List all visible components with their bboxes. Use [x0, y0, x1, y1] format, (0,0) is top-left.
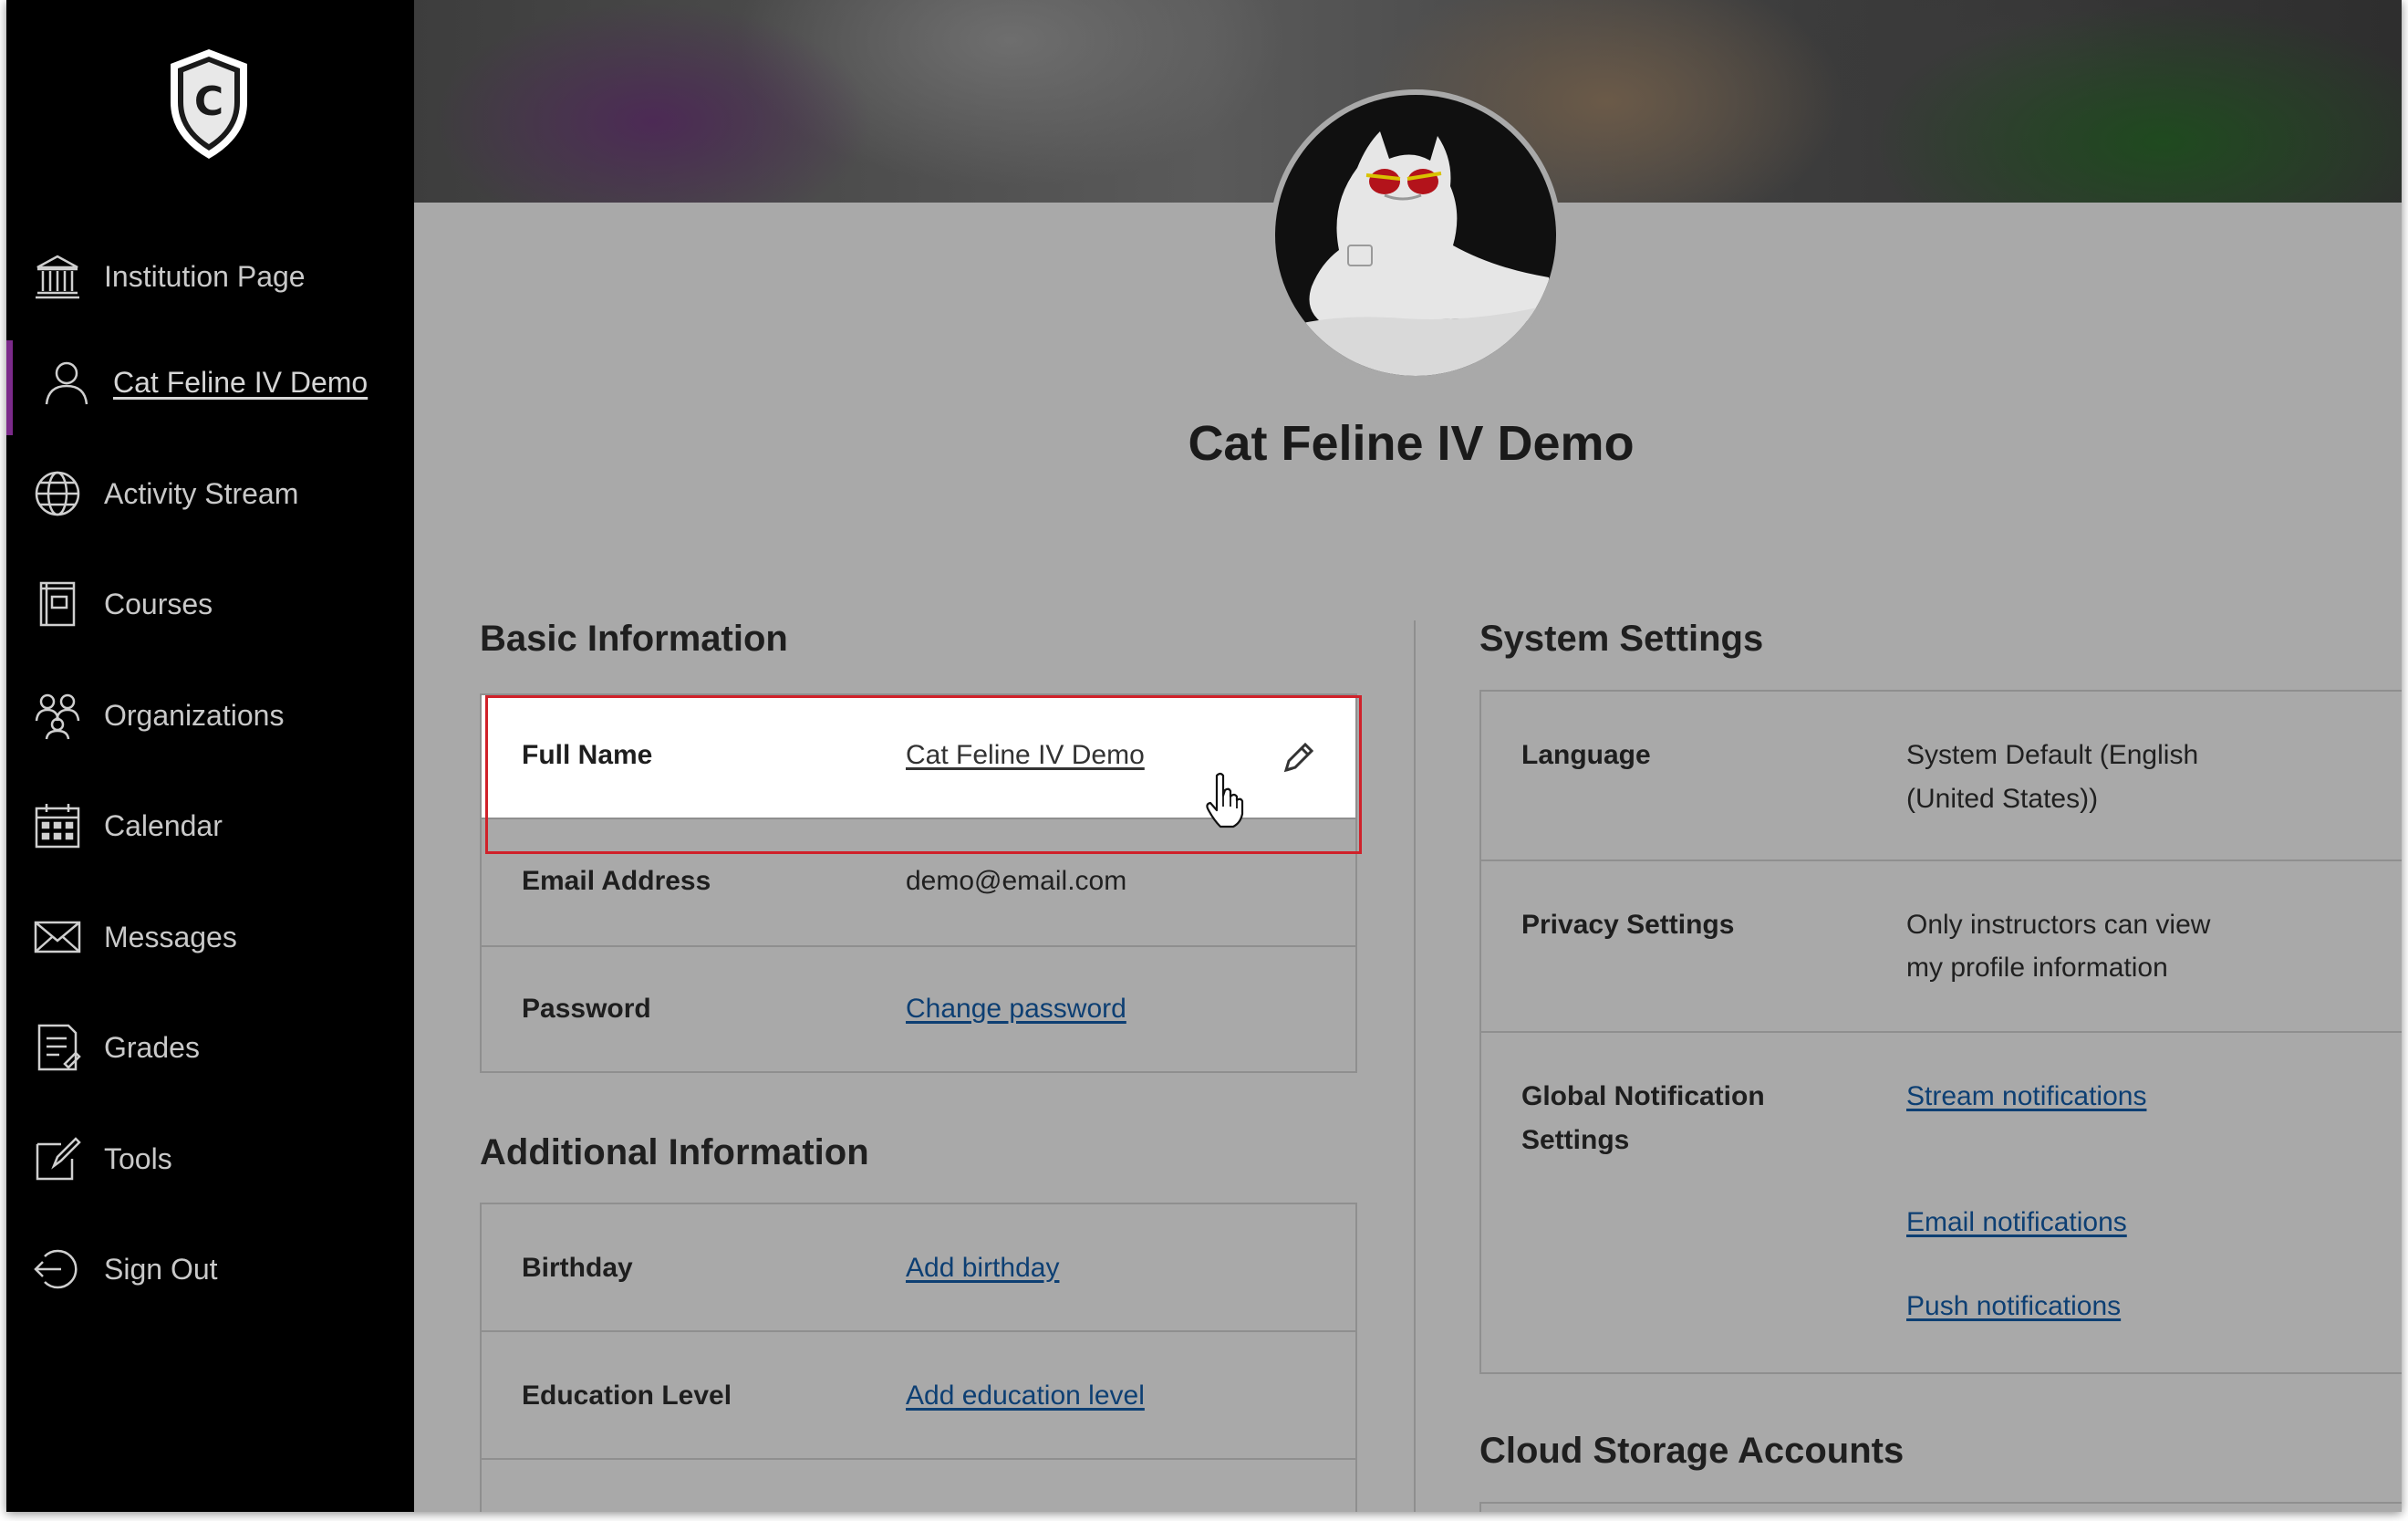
language-value-line2: (United States)) [1906, 784, 2099, 814]
system-settings-title: System Settings [1479, 619, 1764, 659]
sidebar: C Institution Page Cat Feline IV Demo Ac… [6, 0, 414, 1512]
envelope-icon [30, 910, 85, 964]
profile-avatar[interactable] [1270, 89, 1562, 381]
basic-information-panel: Full Name Cat Feline IV Demo Email Addre… [480, 693, 1357, 1073]
email-address-value: demo@email.com [906, 866, 1127, 896]
email-address-row: Email Address demo@email.com [482, 819, 1355, 947]
sidebar-item-messages[interactable]: Messages [6, 899, 414, 975]
sidebar-item-label: Grades [104, 1030, 200, 1064]
logo-letter: C [194, 78, 223, 125]
grades-icon [30, 1020, 85, 1075]
additional-information-panel: Birthday Add birthday Education Level Ad… [480, 1203, 1357, 1512]
globe-icon [30, 466, 85, 521]
additional-information-title: Additional Information [480, 1132, 869, 1172]
privacy-value-line1: Only instructors can view [1906, 910, 2211, 940]
push-notifications-link[interactable]: Push notifications [1906, 1285, 2121, 1328]
sidebar-item-organizations[interactable]: Organizations [6, 677, 414, 754]
full-name-value[interactable]: Cat Feline IV Demo [906, 734, 1145, 777]
profile-name: Cat Feline IV Demo [1188, 416, 1635, 471]
birthday-label: Birthday [522, 1253, 633, 1283]
calendar-icon [30, 798, 85, 853]
sidebar-item-courses[interactable]: Courses [6, 566, 414, 642]
sidebar-item-label: Tools [104, 1141, 172, 1175]
sidebar-item-activity-stream[interactable]: Activity Stream [6, 455, 414, 532]
language-value-line1: System Default (English [1906, 740, 2199, 770]
basic-information-title: Basic Information [480, 619, 788, 659]
sidebar-item-label: Calendar [104, 808, 223, 842]
sidebar-item-calendar[interactable]: Calendar [6, 787, 414, 864]
privacy-settings-label: Privacy Settings [1521, 910, 1735, 940]
sidebar-item-label: Messages [104, 920, 237, 953]
cloud-storage-title: Cloud Storage Accounts [1479, 1431, 1905, 1471]
privacy-settings-row: Privacy Settings Only instructors can vi… [1481, 861, 2402, 1033]
password-row: Password Change password [482, 947, 1355, 1071]
global-notification-label-line2: Settings [1521, 1125, 1630, 1155]
sidebar-item-label: Sign Out [104, 1252, 218, 1286]
full-name-label: Full Name [522, 740, 653, 770]
global-notification-label-line1: Global Notification [1521, 1081, 1765, 1111]
add-birthday-link[interactable]: Add birthday [906, 1246, 1059, 1290]
global-notification-row: Global Notification Settings Stream noti… [1481, 1033, 2402, 1372]
hand-cursor-icon [1204, 772, 1244, 828]
sidebar-item-label: Courses [104, 587, 213, 620]
sidebar-item-institution-page[interactable]: Institution Page [6, 238, 414, 315]
language-row: Language System Default (English (United… [1481, 692, 2402, 861]
sidebar-item-label: Activity Stream [104, 476, 299, 510]
next-row [482, 1460, 1355, 1512]
language-label: Language [1521, 740, 1651, 770]
tools-icon [30, 1131, 85, 1186]
sidebar-item-profile[interactable]: Cat Feline IV Demo [6, 340, 414, 435]
add-education-level-link[interactable]: Add education level [906, 1374, 1145, 1418]
organizations-icon [30, 688, 85, 743]
system-settings-panel: Language System Default (English (United… [1479, 690, 2402, 1374]
sidebar-item-label: Institution Page [104, 259, 306, 293]
app-window: C Institution Page Cat Feline IV Demo Ac… [6, 0, 2402, 1512]
education-level-label: Education Level [522, 1380, 732, 1411]
profile-page: Cat Feline IV Demo Basic Information Ful… [414, 0, 2402, 1512]
privacy-value-line2: my profile information [1906, 953, 2168, 983]
sidebar-item-sign-out[interactable]: Sign Out [6, 1231, 414, 1307]
institution-logo[interactable]: C [163, 46, 254, 162]
birthday-row: Birthday Add birthday [482, 1204, 1355, 1332]
sidebar-item-tools[interactable]: Tools [6, 1120, 414, 1197]
sidebar-item-label: Organizations [104, 698, 285, 732]
column-divider [1414, 620, 1416, 1512]
education-level-row: Education Level Add education level [482, 1332, 1355, 1460]
email-notifications-link[interactable]: Email notifications [1906, 1201, 2127, 1245]
sign-out-icon [30, 1242, 85, 1297]
email-address-label: Email Address [522, 866, 711, 896]
stream-notifications-link[interactable]: Stream notifications [1906, 1075, 2146, 1119]
course-icon [30, 577, 85, 631]
institution-icon [30, 249, 85, 304]
sidebar-item-grades[interactable]: Grades [6, 1009, 414, 1086]
change-password-link[interactable]: Change password [906, 987, 1126, 1031]
password-label: Password [522, 994, 651, 1024]
pencil-icon[interactable] [1281, 741, 1315, 776]
user-icon [39, 355, 94, 410]
cloud-storage-panel [1479, 1502, 2402, 1512]
sidebar-item-label: Cat Feline IV Demo [113, 365, 368, 399]
